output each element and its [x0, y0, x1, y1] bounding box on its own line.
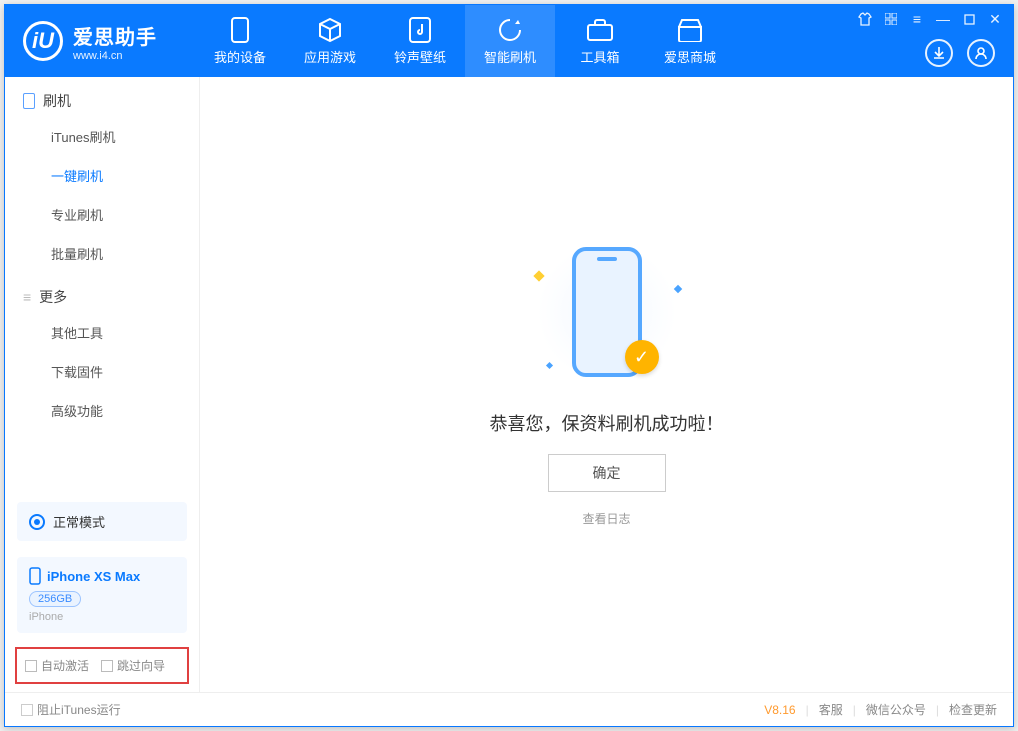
sidebar-section-more: ≡ 更多 [5, 273, 199, 313]
device-name: iPhone XS Max [47, 569, 140, 584]
nav-tabs: 我的设备 应用游戏 铃声壁纸 智能刷机 工具箱 爱思商城 [195, 5, 735, 77]
view-log-link[interactable]: 查看日志 [582, 510, 630, 527]
footer-right: V8.16 | 客服 | 微信公众号 | 检查更新 [764, 701, 997, 718]
close-icon[interactable]: ✕ [987, 11, 1003, 27]
app-window: iU 爱思助手 www.i4.cn 我的设备 应用游戏 铃声壁纸 智能刷机 [4, 4, 1014, 727]
header-actions [925, 39, 995, 67]
tab-apps-games[interactable]: 应用游戏 [285, 5, 375, 77]
mode-label: 正常模式 [53, 512, 105, 531]
logo-text: 爱思助手 www.i4.cn [73, 21, 157, 62]
sidebar-section-flash: 刷机 [5, 77, 199, 117]
logo-icon: iU [23, 21, 63, 61]
sparkle-icon [673, 285, 681, 293]
app-title: 爱思助手 [73, 21, 157, 50]
tab-label: 铃声壁纸 [394, 47, 446, 66]
toolbox-icon [587, 17, 613, 43]
header: iU 爱思助手 www.i4.cn 我的设备 应用游戏 铃声壁纸 智能刷机 [5, 5, 1013, 77]
device-capacity: 256GB [29, 591, 81, 607]
sparkle-icon [533, 270, 544, 281]
sparkle-icon [545, 362, 552, 369]
mode-indicator-icon [29, 514, 45, 530]
options-row: 自动激活 跳过向导 [15, 647, 189, 684]
section-title-label: 更多 [39, 287, 67, 307]
success-text: 恭喜您，保资料刷机成功啦！ [490, 410, 724, 436]
separator: | [853, 703, 856, 717]
minimize-icon[interactable]: ― [935, 11, 951, 27]
more-icon: ≡ [23, 289, 31, 305]
sidebar-item-pro-flash[interactable]: 专业刷机 [5, 195, 199, 234]
checkbox-label: 跳过向导 [117, 657, 165, 674]
section-title-label: 刷机 [43, 91, 71, 111]
tab-label: 工具箱 [580, 47, 619, 66]
version-label: V8.16 [764, 703, 795, 717]
shop-icon [677, 17, 703, 43]
tab-store[interactable]: 爱思商城 [645, 5, 735, 77]
tab-label: 爱思商城 [664, 47, 716, 66]
cube-icon [317, 17, 343, 43]
checkbox-icon [21, 704, 33, 716]
checkbox-auto-activate[interactable]: 自动激活 [25, 657, 89, 674]
device-box[interactable]: iPhone XS Max 256GB iPhone [17, 557, 187, 633]
user-button[interactable] [967, 39, 995, 67]
tab-label: 应用游戏 [304, 47, 356, 66]
maximize-icon[interactable] [961, 11, 977, 27]
success-illustration: ✓ [527, 242, 687, 392]
sidebar-item-advanced[interactable]: 高级功能 [5, 391, 199, 430]
checkbox-skip-wizard[interactable]: 跳过向导 [101, 657, 165, 674]
device-icon [227, 17, 253, 43]
refresh-shield-icon [497, 17, 523, 43]
download-button[interactable] [925, 39, 953, 67]
separator: | [936, 703, 939, 717]
tab-label: 我的设备 [214, 47, 266, 66]
ok-button[interactable]: 确定 [548, 454, 666, 492]
music-file-icon [407, 17, 433, 43]
checkbox-block-itunes[interactable]: 阻止iTunes运行 [21, 701, 121, 718]
sidebar: 刷机 iTunes刷机 一键刷机 专业刷机 批量刷机 ≡ 更多 其他工具 下载固… [5, 77, 200, 692]
tab-my-device[interactable]: 我的设备 [195, 5, 285, 77]
tshirt-icon[interactable] [857, 11, 873, 27]
checkbox-icon [25, 660, 37, 672]
separator: | [806, 703, 809, 717]
sidebar-item-batch-flash[interactable]: 批量刷机 [5, 234, 199, 273]
checkbox-label: 自动激活 [41, 657, 89, 674]
footer-link-support[interactable]: 客服 [819, 701, 843, 718]
sidebar-item-onekey-flash[interactable]: 一键刷机 [5, 156, 199, 195]
app-url: www.i4.cn [73, 50, 157, 62]
tab-ringtone-wallpaper[interactable]: 铃声壁纸 [375, 5, 465, 77]
phone-icon [29, 567, 41, 585]
menu-icon[interactable]: ≡ [909, 11, 925, 27]
phone-outline-icon [23, 93, 35, 109]
sidebar-item-download-firmware[interactable]: 下载固件 [5, 352, 199, 391]
sidebar-item-other-tools[interactable]: 其他工具 [5, 313, 199, 352]
body: 刷机 iTunes刷机 一键刷机 专业刷机 批量刷机 ≡ 更多 其他工具 下载固… [5, 77, 1013, 692]
checkbox-label: 阻止iTunes运行 [37, 701, 121, 718]
tab-smart-flash[interactable]: 智能刷机 [465, 5, 555, 77]
grid-icon[interactable] [883, 11, 899, 27]
tab-toolbox[interactable]: 工具箱 [555, 5, 645, 77]
sidebar-item-itunes-flash[interactable]: iTunes刷机 [5, 117, 199, 156]
checkbox-icon [101, 660, 113, 672]
check-badge-icon: ✓ [625, 340, 659, 374]
device-name-row: iPhone XS Max [29, 567, 175, 585]
footer-link-wechat[interactable]: 微信公众号 [866, 701, 926, 718]
footer-link-update[interactable]: 检查更新 [949, 701, 997, 718]
mode-box[interactable]: 正常模式 [17, 502, 187, 541]
main-content: ✓ 恭喜您，保资料刷机成功啦！ 确定 查看日志 [200, 77, 1013, 692]
footer: 阻止iTunes运行 V8.16 | 客服 | 微信公众号 | 检查更新 [5, 692, 1013, 726]
logo-area: iU 爱思助手 www.i4.cn [5, 5, 195, 77]
tab-label: 智能刷机 [484, 47, 536, 66]
device-type: iPhone [29, 611, 175, 623]
